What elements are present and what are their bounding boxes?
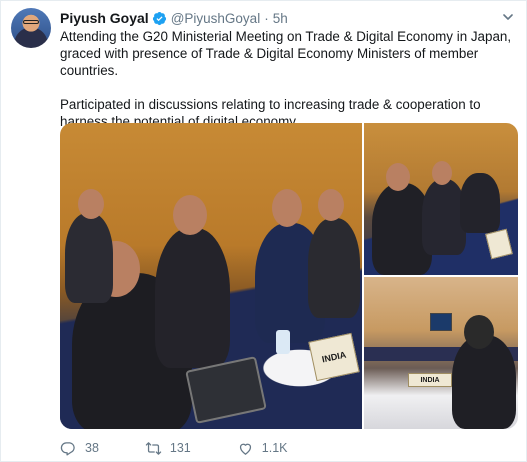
like-icon [239, 443, 251, 455]
person-back-left [65, 213, 113, 303]
reply-icon [60, 441, 75, 456]
avatar[interactable] [11, 8, 51, 48]
person-middle-head [173, 195, 207, 235]
like-button[interactable]: 1.1K [237, 440, 288, 457]
person-far-right [308, 218, 360, 318]
author-handle[interactable]: @PiyushGoyal [171, 11, 261, 26]
person-middle [155, 228, 230, 368]
separator-dot: · [264, 10, 269, 26]
retweet-count: 131 [169, 441, 191, 455]
timestamp[interactable]: 5h [273, 11, 288, 26]
water-bottle [276, 330, 290, 354]
tweet-text: Attending the G20 Ministerial Meeting on… [60, 28, 522, 130]
author-name[interactable]: Piyush Goyal [60, 10, 149, 26]
person-seated-3 [460, 173, 500, 233]
person-seated-2-head [432, 161, 452, 185]
screen-display [430, 313, 452, 331]
person-back-view [452, 335, 516, 429]
retweet-icon [145, 441, 162, 455]
photo-main[interactable]: INDIA [60, 123, 362, 429]
person-seated-1-head [386, 163, 410, 191]
placard-india: INDIA [308, 332, 360, 382]
reply-count: 38 [85, 441, 99, 455]
tweet-actions: 38 131 1.1K [60, 439, 333, 457]
media-grid: INDIA INDIA [60, 123, 518, 429]
like-count: 1.1K [261, 441, 288, 455]
verified-badge-icon [152, 11, 166, 25]
person-far-right-head [318, 189, 344, 221]
person-back-view-head [464, 315, 494, 349]
photo-top-right[interactable] [364, 123, 518, 275]
placard-india-small: INDIA [408, 373, 452, 387]
retweet-button[interactable]: 131 [145, 440, 191, 457]
tweet-card[interactable]: Piyush Goyal @PiyushGoyal · 5h Attending… [0, 0, 527, 462]
tweet-header: Piyush Goyal @PiyushGoyal · 5h [60, 9, 288, 27]
person-back-left-head [78, 189, 104, 219]
reply-button[interactable]: 38 [60, 440, 99, 457]
tweet-paragraph-1: Attending the G20 Ministerial Meeting on… [60, 29, 512, 78]
placard-top-right [485, 228, 513, 260]
photo-bottom-right[interactable]: INDIA [364, 277, 518, 429]
caret-down-icon[interactable] [502, 11, 514, 23]
person-right-head [272, 189, 302, 227]
avatar-glasses [23, 20, 39, 24]
